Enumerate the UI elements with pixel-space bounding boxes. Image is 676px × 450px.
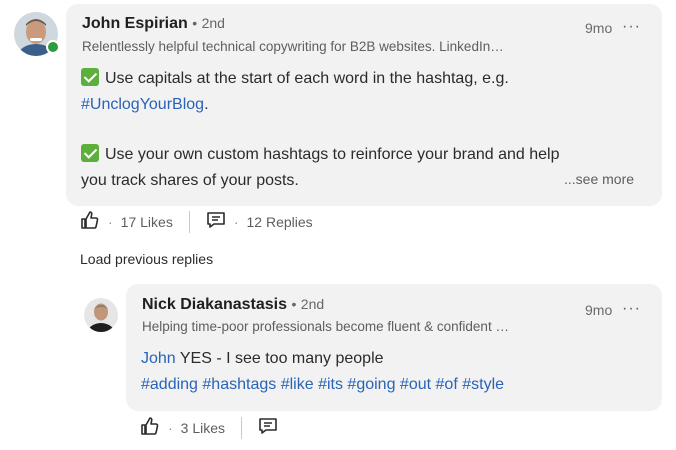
hashtag-link[interactable]: #its (318, 376, 343, 393)
check-mark-icon (81, 144, 99, 162)
separator-dot: · (108, 213, 113, 230)
hashtag-link[interactable]: #like (281, 376, 314, 393)
reply-text: YES - I see too many people (175, 350, 384, 367)
comment-more-options-icon[interactable]: ··· (622, 18, 641, 36)
reply-like-count[interactable]: 3 Likes (181, 420, 225, 436)
hashtag-link[interactable]: #going (347, 376, 395, 393)
john-espirian-avatar[interactable] (14, 12, 60, 56)
load-previous-replies-button[interactable]: Load previous replies (80, 251, 213, 267)
thumbs-up-icon[interactable] (80, 210, 100, 233)
hashtag-link[interactable]: #UnclogYourBlog (81, 96, 204, 113)
degree-separator: • (291, 296, 297, 312)
hashtag-link[interactable]: #adding (141, 376, 198, 393)
comment-icon[interactable] (258, 416, 278, 439)
comment-tip-2: Use your own custom hashtags to reinforc… (81, 142, 651, 168)
avatar-photo-icon (84, 298, 118, 332)
hashtag-link[interactable]: #style (462, 376, 504, 393)
action-divider (188, 210, 190, 233)
degree-separator: • (192, 15, 198, 31)
nick-diakanastasis-avatar[interactable] (84, 298, 118, 332)
connection-degree: 2nd (201, 15, 225, 31)
punctuation: . (204, 96, 209, 113)
see-more-link[interactable]: ...see more (564, 171, 634, 187)
thumbs-up-icon[interactable] (140, 416, 160, 439)
reply-author-headline: Helping time-poor professionals become f… (142, 319, 509, 334)
comment-icon[interactable] (206, 210, 226, 233)
comment-reply-count[interactable]: 12 Replies (247, 214, 313, 230)
hashtag-link[interactable]: #of (436, 376, 458, 393)
comment-tip-2-text: Use your own custom hashtags to reinforc… (105, 146, 560, 163)
reply-timestamp: 9mo (585, 302, 613, 318)
connection-degree: 2nd (300, 296, 325, 312)
reply-body: John YES - I see too many people #adding… (141, 346, 651, 398)
separator-dot: · (233, 213, 239, 230)
hashtag-link[interactable]: #out (400, 376, 431, 393)
comment-timestamp: 9mo (585, 20, 613, 36)
comment-actions: · 17 Likes · 12 Replies (80, 210, 313, 233)
comment-author-line: John Espirian • 2nd (82, 15, 225, 33)
hashtag-link[interactable]: #hashtags (202, 376, 276, 393)
reply-author-name[interactable]: Nick Diakanastasis (142, 296, 287, 313)
reply-author-line: Nick Diakanastasis • 2nd (142, 296, 324, 314)
comment-author-name[interactable]: John Espirian (82, 15, 188, 32)
comment-author-headline: Relentlessly helpful technical copywriti… (82, 39, 504, 54)
comment-tip-1-text: Use capitals at the start of each word i… (105, 70, 509, 87)
online-status-indicator (46, 40, 60, 54)
reply-hashtags: #adding #hashtags #like #its #going #out… (141, 372, 651, 398)
comment-like-count[interactable]: 17 Likes (121, 214, 173, 230)
separator-dot: · (168, 419, 173, 436)
reply-actions: · 3 Likes (140, 416, 278, 439)
comment-tip-1: Use capitals at the start of each word i… (81, 66, 651, 92)
mention-link[interactable]: John (141, 350, 176, 367)
action-divider (241, 416, 243, 439)
check-mark-icon (81, 68, 99, 86)
reply-more-options-icon[interactable]: ··· (622, 300, 641, 318)
